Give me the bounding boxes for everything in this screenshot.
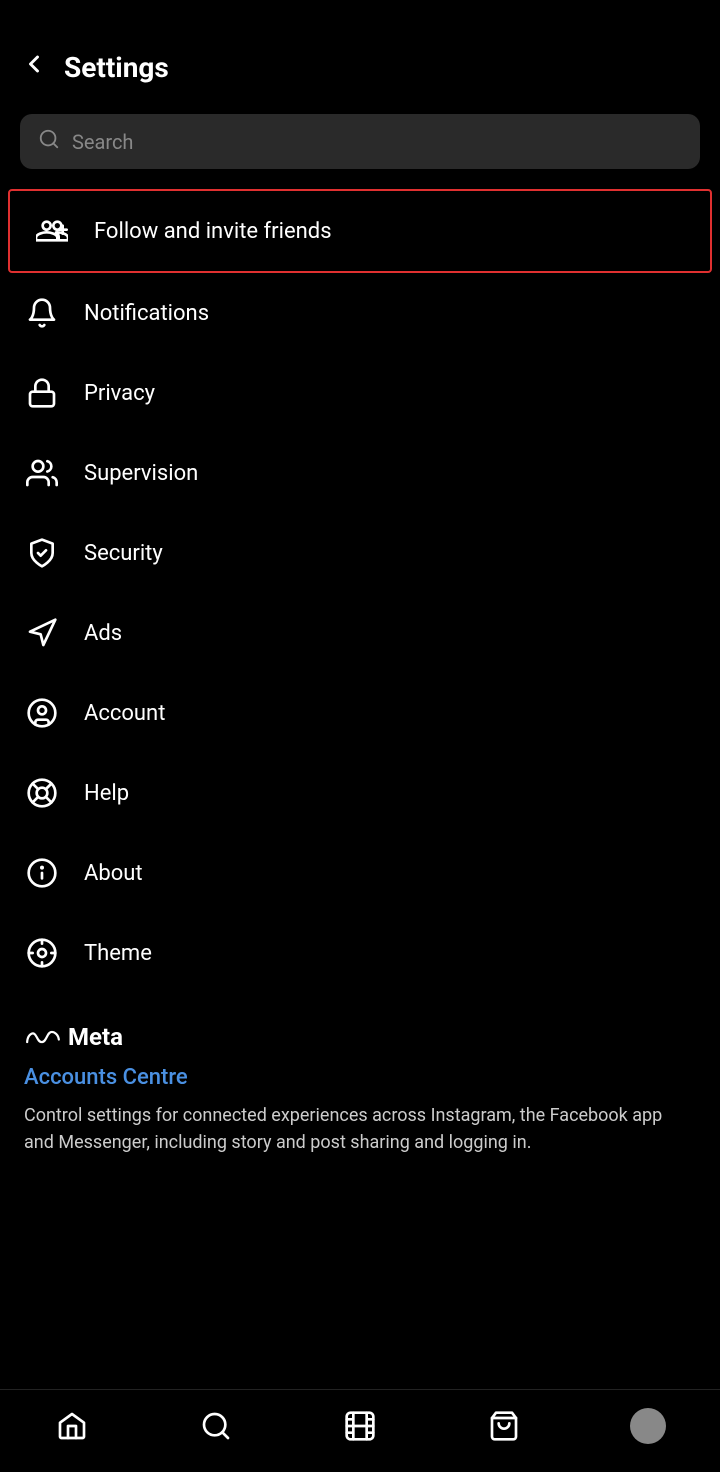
- menu-item-ads[interactable]: Ads: [0, 593, 720, 673]
- menu-item-theme[interactable]: Theme: [0, 913, 720, 993]
- lifebuoy-icon: [24, 775, 60, 811]
- menu-label-account: Account: [84, 701, 165, 726]
- palette-icon: [24, 935, 60, 971]
- people-icon: [24, 455, 60, 491]
- nav-reels[interactable]: [330, 1404, 390, 1448]
- menu-label-security: Security: [84, 541, 163, 566]
- meta-logo-text: Meta: [68, 1023, 123, 1051]
- search-bar[interactable]: Search: [20, 114, 700, 169]
- meta-logo: Meta: [24, 1023, 696, 1051]
- menu-label-theme: Theme: [84, 941, 152, 966]
- nav-shop[interactable]: [474, 1404, 534, 1448]
- menu-label-help: Help: [84, 781, 129, 806]
- person-circle-icon: [24, 695, 60, 731]
- info-circle-icon: [24, 855, 60, 891]
- bottom-nav: [0, 1389, 720, 1472]
- menu-label-privacy: Privacy: [84, 381, 155, 406]
- nav-home[interactable]: [42, 1404, 102, 1448]
- shield-icon: [24, 535, 60, 571]
- menu-label-notifications: Notifications: [84, 301, 209, 326]
- menu-item-supervision[interactable]: Supervision: [0, 433, 720, 513]
- search-icon: [38, 128, 60, 155]
- menu-item-about[interactable]: About: [0, 833, 720, 913]
- menu-item-follow-friends[interactable]: Follow and invite friends: [8, 189, 712, 273]
- menu-item-help[interactable]: Help: [0, 753, 720, 833]
- search-placeholder: Search: [72, 130, 133, 154]
- menu-item-security[interactable]: Security: [0, 513, 720, 593]
- menu-label-about: About: [84, 861, 143, 886]
- bell-icon: [24, 295, 60, 331]
- lock-icon: [24, 375, 60, 411]
- megaphone-icon: [24, 615, 60, 651]
- add-person-icon: [34, 213, 70, 249]
- meta-description: Control settings for connected experienc…: [24, 1102, 696, 1156]
- accounts-centre-link[interactable]: Accounts Centre: [24, 1065, 696, 1090]
- menu-item-notifications[interactable]: Notifications: [0, 273, 720, 353]
- settings-menu: Follow and invite friends Notifications …: [0, 189, 720, 993]
- back-button[interactable]: [20, 50, 48, 84]
- menu-item-privacy[interactable]: Privacy: [0, 353, 720, 433]
- page-title: Settings: [64, 51, 169, 84]
- avatar: [630, 1408, 666, 1444]
- nav-search[interactable]: [186, 1404, 246, 1448]
- menu-item-account[interactable]: Account: [0, 673, 720, 753]
- menu-label-follow-friends: Follow and invite friends: [94, 219, 332, 244]
- menu-label-ads: Ads: [84, 621, 122, 646]
- header: Settings: [0, 0, 720, 104]
- meta-section: Meta Accounts Centre Control settings fo…: [24, 1023, 696, 1156]
- menu-label-supervision: Supervision: [84, 461, 198, 486]
- nav-profile[interactable]: [618, 1404, 678, 1448]
